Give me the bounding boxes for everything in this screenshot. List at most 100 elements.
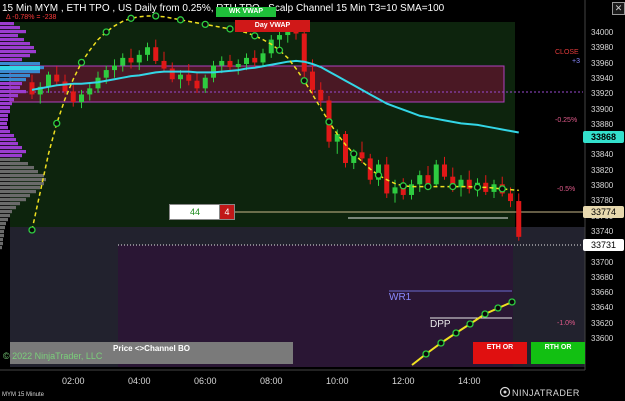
channel-dot	[374, 171, 383, 179]
profile-bar	[0, 58, 22, 62]
pct-label-10: -1.0%	[557, 320, 576, 327]
profile-bar	[0, 238, 3, 242]
profile-bar	[0, 174, 44, 178]
channel-dot	[498, 185, 506, 193]
price-tick-label: 33980	[591, 43, 614, 53]
candle-body	[161, 60, 167, 69]
chart-tab-label[interactable]: MYM 15 Minute	[2, 392, 44, 398]
close-chart-button[interactable]: ✕	[612, 2, 625, 15]
price-tick-label: 33820	[591, 165, 614, 175]
profile-bar	[0, 214, 10, 218]
profile-bar	[0, 210, 12, 214]
profile-bar	[0, 74, 30, 78]
profile-bar	[0, 234, 4, 238]
candle-body	[260, 53, 266, 63]
profile-bar	[0, 86, 20, 90]
time-label: 06:00	[194, 376, 217, 386]
candle-body	[112, 65, 117, 71]
profile-bar	[0, 222, 6, 226]
price-tick-label: 33780	[591, 196, 614, 206]
candle-body	[128, 57, 134, 63]
profile-bar	[0, 94, 18, 98]
profile-bar	[0, 118, 8, 122]
time-label: 08:00	[260, 376, 283, 386]
time-label: 14:00	[458, 376, 481, 386]
profile-bar	[0, 146, 22, 150]
price-tick-label: 33800	[591, 181, 614, 190]
profile-bar	[0, 194, 30, 198]
channel-dot	[466, 320, 474, 328]
price-tick-label: 33960	[591, 58, 614, 68]
level-price-box: 33774	[583, 206, 624, 218]
price-tick-label: 33940	[591, 73, 614, 83]
profile-bar	[0, 198, 26, 202]
profile-bar	[0, 170, 38, 174]
profile-bar	[0, 150, 26, 154]
close-offset-label: +3	[572, 58, 580, 65]
profile-bar	[0, 54, 30, 58]
channel-dot	[176, 16, 185, 24]
profile-bar	[0, 206, 16, 210]
price-tick-label: 33660	[591, 288, 614, 298]
channel-dot	[102, 28, 110, 36]
ninjatrader-logo-core	[503, 390, 507, 394]
price-tick-label: 33840	[591, 150, 614, 160]
channel-dot	[452, 329, 460, 337]
price-tick-label: 33600	[591, 334, 614, 343]
candle-body	[186, 74, 192, 81]
channel-dot	[481, 310, 489, 318]
counter-red-box: 4	[219, 204, 235, 220]
price-tick-label: 33620	[591, 318, 614, 328]
channel-dot	[437, 339, 445, 347]
candle-body	[433, 164, 439, 185]
channel-dot	[325, 118, 333, 126]
candle-body	[54, 74, 60, 82]
candle-body	[79, 94, 84, 103]
chart-canvas[interactable]	[0, 0, 625, 401]
profile-bar	[0, 142, 18, 146]
candle-body	[120, 57, 126, 66]
copyright-text: © 2022 NinjaTrader, LLC	[3, 351, 103, 361]
day-vwap-tag: Day VWAP	[235, 20, 310, 32]
profile-bar	[0, 106, 10, 110]
profile-bar	[0, 122, 7, 126]
channel-dot	[494, 304, 502, 312]
profile-bar	[0, 130, 10, 134]
candle-body	[301, 33, 307, 72]
candle-body	[136, 54, 142, 63]
channel-dot	[127, 14, 135, 22]
profile-bar	[0, 226, 5, 230]
candle-body	[392, 187, 398, 194]
candle-body	[252, 57, 258, 63]
close-tag: CLOSE	[555, 49, 579, 56]
candle-body	[343, 134, 348, 163]
profile-bar	[0, 78, 26, 82]
wr1-label: WR1	[389, 292, 412, 303]
profile-bar	[0, 230, 4, 234]
candle-body	[178, 74, 183, 80]
ninjatrader-brand: NINJATRADER	[512, 388, 580, 398]
last-price-box: 33731	[583, 239, 624, 251]
profile-bar	[0, 178, 46, 182]
time-label: 10:00	[326, 376, 349, 386]
candle-body	[359, 152, 365, 159]
profile-bar	[0, 246, 2, 250]
rth-or-button[interactable]: RTH OR	[531, 342, 585, 364]
candle-body	[62, 81, 68, 92]
pct-label-05: -0.5%	[557, 186, 576, 193]
eth-or-button[interactable]: ETH OR	[473, 342, 527, 364]
profile-bar	[0, 102, 12, 106]
candle-body	[318, 89, 324, 101]
time-label: 12:00	[392, 376, 415, 386]
pct-label-025: -0.25%	[555, 117, 578, 124]
profile-bar	[0, 82, 22, 86]
current-sma-price-box: 33868	[583, 131, 624, 143]
profile-bar	[0, 114, 8, 118]
profile-bar	[0, 166, 34, 170]
profile-bar	[0, 26, 20, 30]
profile-bar	[0, 22, 14, 26]
candle-body	[46, 74, 51, 87]
profile-bar	[0, 110, 10, 114]
candle-body	[277, 35, 282, 40]
channel-dot	[201, 20, 209, 29]
